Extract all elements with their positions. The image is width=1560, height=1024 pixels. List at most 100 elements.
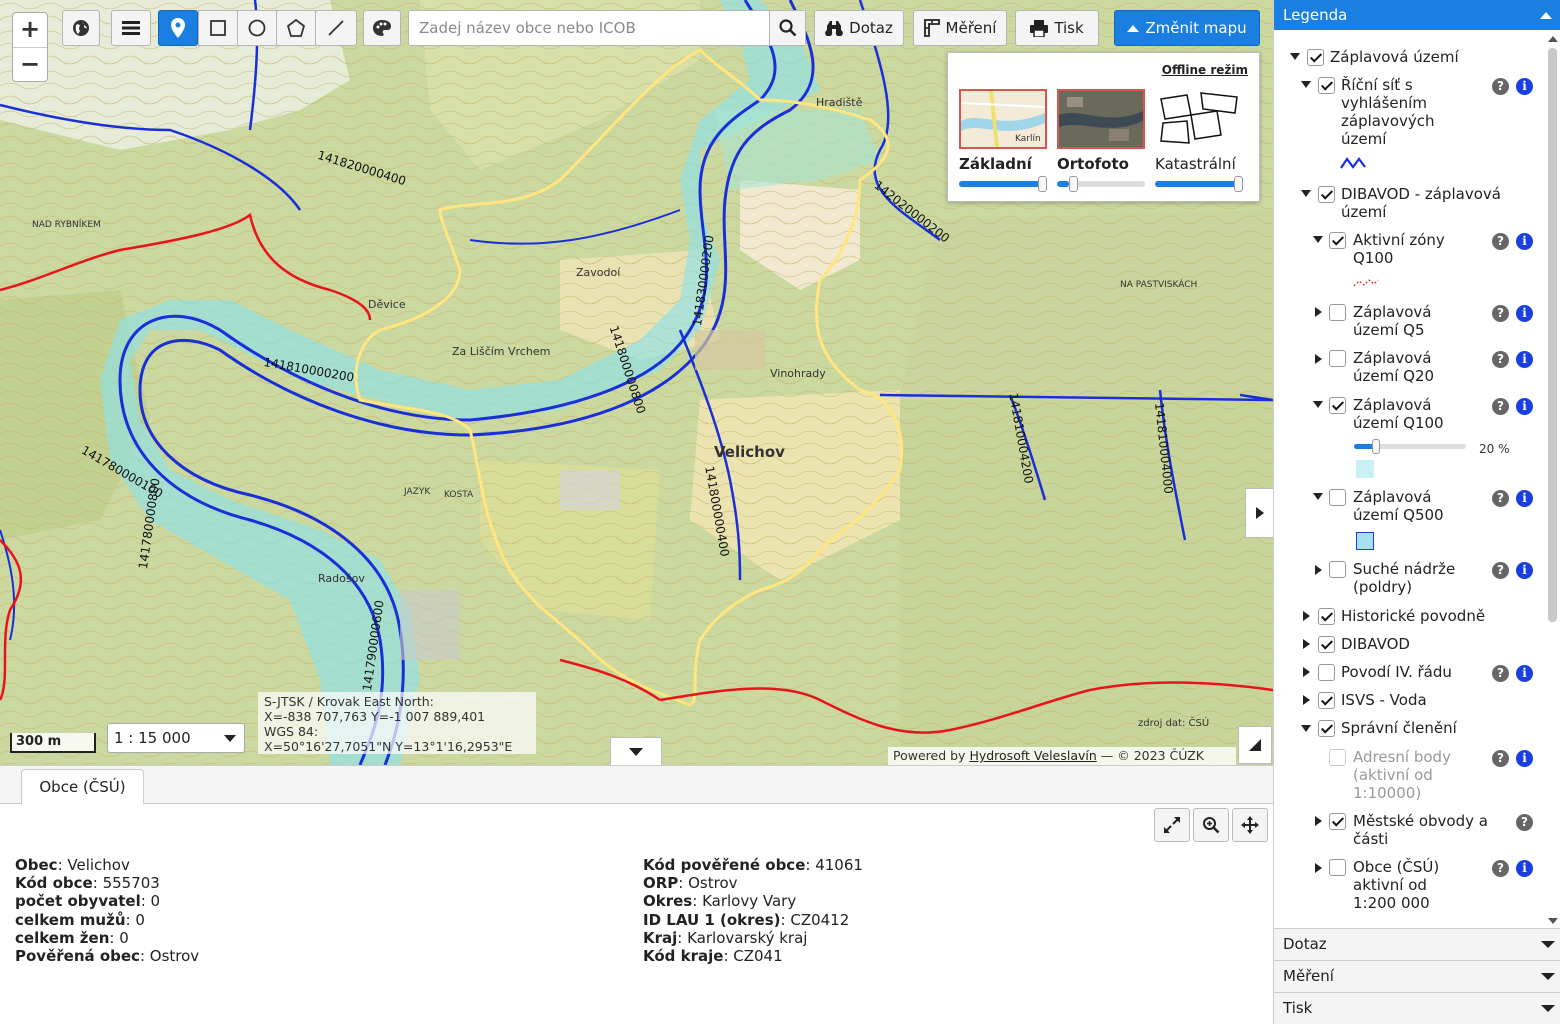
info-icon[interactable]: i — [1516, 233, 1533, 250]
layer-checkbox[interactable] — [1318, 664, 1335, 681]
layer-checkbox[interactable] — [1318, 720, 1335, 737]
change-map-button[interactable]: Změnit mapu — [1114, 10, 1260, 46]
expand-right-icon[interactable] — [1315, 565, 1322, 575]
slider-knob[interactable] — [1038, 176, 1047, 192]
info-icon[interactable]: i — [1516, 398, 1533, 415]
expand-down-icon[interactable] — [1301, 190, 1311, 197]
basemap-thumbnail[interactable]: Karlín — [959, 89, 1047, 149]
expand-down-icon[interactable] — [1290, 53, 1300, 60]
expand-right-icon[interactable] — [1315, 816, 1322, 826]
help-icon[interactable]: ? — [1492, 665, 1509, 682]
opacity-slider[interactable] — [1057, 176, 1145, 192]
basemap-ortofoto[interactable]: Ortofoto — [1057, 89, 1145, 192]
layer-checkbox[interactable] — [1329, 489, 1346, 506]
layer-checkbox[interactable] — [1318, 77, 1335, 94]
tab-obce-csu[interactable]: Obce (ČSÚ) — [21, 769, 144, 805]
measure-button[interactable]: Měření — [913, 10, 1007, 46]
scroll-down-icon[interactable] — [1548, 918, 1558, 924]
layer-checkbox[interactable] — [1307, 49, 1324, 66]
scrollbar-thumb[interactable] — [1548, 48, 1557, 622]
layer-checkbox[interactable] — [1329, 749, 1346, 766]
query-button[interactable]: Dotaz — [814, 10, 904, 46]
basemap-thumbnail[interactable] — [1057, 89, 1145, 149]
scale-select[interactable]: 1 : 15 000 — [107, 723, 245, 753]
expand-right-icon[interactable] — [1315, 354, 1322, 364]
overview-toggle-button[interactable] — [1238, 726, 1272, 764]
globe-button[interactable] — [62, 10, 100, 46]
layer-checkbox[interactable] — [1329, 232, 1346, 249]
zoom-out-button[interactable]: − — [13, 47, 47, 81]
expand-right-icon[interactable] — [1303, 695, 1310, 705]
expand-right-icon[interactable] — [1303, 667, 1310, 677]
line-select-button[interactable] — [315, 10, 357, 46]
info-icon[interactable]: i — [1516, 490, 1533, 507]
layer-checkbox[interactable] — [1318, 692, 1335, 709]
info-icon[interactable]: i — [1516, 562, 1533, 579]
info-icon[interactable]: i — [1516, 78, 1533, 95]
basemap-thumbnail[interactable] — [1155, 89, 1243, 149]
scroll-up-icon[interactable] — [1548, 36, 1558, 42]
slider-knob[interactable] — [1234, 176, 1243, 192]
pan-to-feature-button[interactable] — [1232, 808, 1268, 842]
help-icon[interactable]: ? — [1492, 233, 1509, 250]
basemap-zakladni[interactable]: Karlín Základní — [959, 89, 1047, 192]
q100-opacity-slider[interactable] — [1354, 439, 1466, 454]
expand-down-icon[interactable] — [1313, 401, 1323, 408]
layer-checkbox[interactable] — [1318, 608, 1335, 625]
circle-select-button[interactable] — [237, 10, 277, 46]
legend-scrollbar[interactable] — [1548, 36, 1558, 924]
accordion-query[interactable]: Dotaz — [1274, 928, 1560, 960]
help-icon[interactable]: ? — [1492, 305, 1509, 322]
opacity-slider[interactable] — [959, 176, 1047, 192]
info-icon[interactable]: i — [1516, 665, 1533, 682]
menu-button[interactable] — [111, 10, 151, 46]
layer-checkbox[interactable] — [1329, 304, 1346, 321]
info-icon[interactable]: i — [1516, 750, 1533, 767]
zoom-in-button[interactable]: + — [13, 13, 47, 47]
panel-toggle-button[interactable] — [610, 737, 662, 765]
help-icon[interactable]: ? — [1492, 860, 1509, 877]
accordion-print[interactable]: Tisk — [1274, 992, 1560, 1024]
slider-knob[interactable] — [1372, 439, 1380, 454]
accordion-measure[interactable]: Měření — [1274, 960, 1560, 992]
layer-checkbox[interactable] — [1318, 186, 1335, 203]
layer-checkbox[interactable] — [1318, 636, 1335, 653]
expand-right-icon[interactable] — [1315, 863, 1322, 873]
layer-checkbox[interactable] — [1329, 561, 1346, 578]
help-icon[interactable]: ? — [1492, 490, 1509, 507]
rectangle-select-button[interactable] — [198, 10, 238, 46]
layer-checkbox[interactable] — [1329, 859, 1346, 876]
legend-header[interactable]: Legenda — [1274, 0, 1560, 30]
zoom-to-feature-button[interactable] — [1193, 808, 1229, 842]
help-icon[interactable]: ? — [1492, 562, 1509, 579]
help-icon[interactable]: ? — [1492, 78, 1509, 95]
polygon-select-button[interactable] — [276, 10, 316, 46]
fullscreen-button[interactable] — [1154, 808, 1190, 842]
point-select-button[interactable] — [158, 10, 198, 46]
expand-right-icon[interactable] — [1303, 611, 1310, 621]
expand-down-icon[interactable] — [1301, 81, 1311, 88]
expand-down-icon[interactable] — [1313, 493, 1323, 500]
info-icon[interactable]: i — [1516, 305, 1533, 322]
info-icon[interactable]: i — [1516, 351, 1533, 368]
help-icon[interactable]: ? — [1492, 351, 1509, 368]
help-icon[interactable]: ? — [1492, 398, 1509, 415]
expand-down-icon[interactable] — [1301, 725, 1311, 732]
expand-right-icon[interactable] — [1303, 639, 1310, 649]
help-icon[interactable]: ? — [1492, 750, 1509, 767]
layer-checkbox[interactable] — [1329, 397, 1346, 414]
basemap-katastralni[interactable]: Katastrální — [1155, 89, 1243, 192]
map-view[interactable]: Velichov Děvice Za Liščím Vrchem Zavodoí… — [0, 0, 1273, 765]
layer-checkbox[interactable] — [1329, 813, 1346, 830]
sidebar-toggle-button[interactable] — [1245, 488, 1273, 538]
hydrosoft-link[interactable]: Hydrosoft Veleslavín — [969, 748, 1096, 763]
offline-mode-link[interactable]: Offline režim — [1162, 63, 1248, 77]
slider-knob[interactable] — [1069, 176, 1078, 192]
help-icon[interactable]: ? — [1516, 814, 1533, 831]
palette-button[interactable] — [363, 10, 401, 46]
print-button[interactable]: Tisk — [1015, 10, 1099, 46]
layer-checkbox[interactable] — [1329, 350, 1346, 367]
search-button[interactable] — [769, 11, 805, 45]
opacity-slider[interactable] — [1155, 176, 1243, 192]
search-input[interactable] — [409, 11, 769, 45]
